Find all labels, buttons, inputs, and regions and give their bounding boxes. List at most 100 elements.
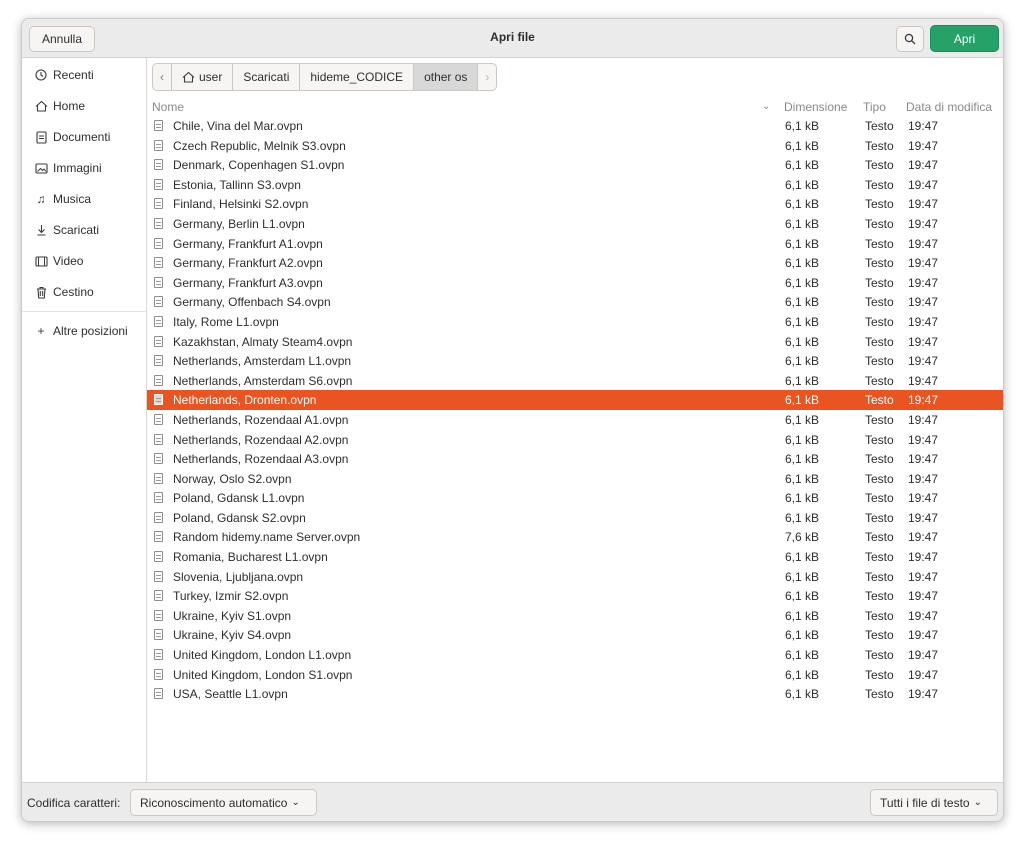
search-icon [904,33,916,45]
search-button[interactable] [896,26,924,52]
file-row[interactable]: Poland, Gdansk L1.ovpn 6,1 kB Testo 19:47 [147,488,1003,508]
path-forward-button[interactable]: › [478,64,496,90]
file-row[interactable]: Czech Republic, Melnik S3.ovpn 6,1 kB Test… [147,136,1003,156]
file-row[interactable]: Germany, Frankfurt A2.ovpn 6,1 kB Testo 19:… [147,253,1003,273]
breadcrumb-other-os[interactable]: other os [414,64,479,90]
chevron-right-icon: › [485,70,490,84]
file-modified: 19:47 [908,393,939,408]
home-icon [182,71,195,83]
path-bar: ‹ user Scaricati hideme_CODICE other os … [152,63,498,91]
column-header-size[interactable]: Dimensione [784,100,847,114]
file-modified: 19:47 [908,608,939,623]
sidebar-item-cestino[interactable]: Cestino [22,277,146,307]
file-row[interactable]: Netherlands, Amsterdam L1.ovpn 6,1 kB Test… [147,351,1003,371]
file-row[interactable]: Germany, Frankfurt A3.ovpn 6,1 kB Testo 19:… [147,273,1003,293]
file-name: Norway, Oslo S2.ovpn [173,471,292,486]
breadcrumb-user[interactable]: user [172,64,234,90]
sidebar-item-label: Home [53,99,86,113]
sidebar-item-recenti[interactable]: Recenti [22,60,146,90]
file-modified: 19:47 [908,314,939,329]
file-row[interactable]: Norway, Oslo S2.ovpn 6,1 kB Testo 19:47 [147,469,1003,489]
column-header-type[interactable]: Tipo [863,100,886,114]
file-row[interactable]: Romania, Bucharest L1.ovpn 6,1 kB Testo 19:… [147,547,1003,567]
file-row[interactable]: USA, Seattle L1.ovpn 6,1 kB Testo 19:47 [147,684,1003,704]
file-name: Italy, Rome L1.ovpn [173,314,279,329]
encoding-dropdown[interactable]: Riconoscimento automatico ⌄ [130,789,317,816]
path-back-button[interactable]: ‹ [153,64,172,90]
sidebar-item-video[interactable]: Video [22,246,146,276]
sidebar-item-label: Documenti [53,130,111,144]
sidebar-item-home[interactable]: Home [22,91,146,121]
file-row[interactable]: Netherlands, Rozendaal A1.ovpn 6,1 kB Test… [147,410,1003,430]
text-file-icon [154,433,163,445]
file-row[interactable]: Germany, Frankfurt A1.ovpn 6,1 kB Testo 19:… [147,234,1003,254]
file-row[interactable]: Estonia, Tallinn S3.ovpn 6,1 kB Testo 19:47 [147,175,1003,195]
file-row[interactable]: Turkey, Izmir S2.ovpn 6,1 kB Testo 19:47 [147,586,1003,606]
file-modified: 19:47 [908,256,939,271]
file-row[interactable]: Kazakhstan, Almaty Steam4.ovpn 6,1 kB Test… [147,332,1003,352]
file-row[interactable]: Poland, Gdansk S2.ovpn 6,1 kB Testo 19:47 [147,508,1003,528]
file-name: Poland, Gdansk L1.ovpn [173,491,305,506]
file-name: Kazakhstan, Almaty Steam4.ovpn [173,334,353,349]
file-modified: 19:47 [908,119,939,133]
file-row[interactable]: United Kingdom, London L1.ovpn 6,1 kB Test… [147,645,1003,665]
text-file-icon [154,178,163,190]
open-button-label: Apri [953,31,976,46]
trash-icon [33,284,49,300]
file-name: Netherlands, Amsterdam S6.ovpn [173,373,353,388]
breadcrumb-label: other os [424,70,468,84]
text-file-icon [154,453,163,465]
column-header-date[interactable]: Data di modifica [906,100,992,114]
file-type: Testo [865,354,894,369]
filter-value: Tutti i file di testo [880,795,970,810]
file-row[interactable]: Denmark, Copenhagen S1.ovpn 6,1 kB Testo 19… [147,155,1003,175]
text-file-icon [154,237,163,249]
breadcrumb-label: Scaricati [243,70,290,84]
file-row[interactable]: Random hidemy.name Server.ovpn 7,6 kB Test… [147,527,1003,547]
sidebar-item-label: Cestino [53,285,94,299]
sidebar-item-documenti[interactable]: Documenti [22,122,146,152]
file-type: Testo [865,177,894,192]
file-row[interactable]: United Kingdom, London S1.ovpn 6,1 kB Test… [147,665,1003,685]
file-name: Chile, Vina del Mar.ovpn [173,119,303,133]
file-type: Testo [865,452,894,467]
breadcrumb-hideme-codice[interactable]: hideme_CODICE [300,64,415,90]
file-row[interactable]: Italy, Rome L1.ovpn 6,1 kB Testo 19:47 [147,312,1003,332]
file-size: 6,1 kB [785,608,820,623]
breadcrumb-scaricati[interactable]: Scaricati [233,64,301,90]
file-type: Testo [865,589,894,604]
sidebar-item-musica[interactable]: ♫ Musica [22,184,146,214]
file-size: 6,1 kB [785,275,820,290]
breadcrumb-label: user [199,70,223,84]
file-modified: 19:47 [908,628,939,643]
sidebar-item-other-locations[interactable]: + Altre posizioni [22,316,146,346]
sort-chevron-down-icon[interactable]: ⌄ [762,101,770,112]
file-size: 6,1 kB [785,589,820,604]
file-row[interactable]: Germany, Berlin L1.ovpn 6,1 kB Testo 19:47 [147,214,1003,234]
file-row[interactable]: Ukraine, Kyiv S1.ovpn 6,1 kB Testo 19:47 [147,606,1003,626]
file-row[interactable]: Chile, Vina del Mar.ovpn 6,1 kB Testo 19:47 [147,116,1003,136]
home-icon [33,98,49,114]
file-name: Poland, Gdansk S2.ovpn [173,510,306,525]
file-size: 6,1 kB [785,667,820,682]
file-size: 6,1 kB [785,138,820,153]
file-row[interactable]: Slovenia, Ljubljana.ovpn 6,1 kB Testo 19:47 [147,567,1003,587]
file-row[interactable]: Netherlands, Rozendaal A3.ovpn 6,1 kB Test… [147,449,1003,469]
sidebar-item-immagini[interactable]: Immagini [22,153,146,183]
file-row[interactable]: Germany, Offenbach S4.ovpn 6,1 kB Testo 19:… [147,292,1003,312]
document-icon [33,129,49,145]
file-modified: 19:47 [908,177,939,192]
file-row[interactable]: Netherlands, Dronten.ovpn 6,1 kB Testo 19:4… [147,390,1003,410]
file-row[interactable]: Ukraine, Kyiv S4.ovpn 6,1 kB Testo 19:47 [147,625,1003,645]
text-file-icon [154,570,163,582]
sidebar-item-scaricati[interactable]: Scaricati [22,215,146,245]
column-header-name[interactable]: Nome [152,100,184,114]
file-size: 6,1 kB [785,471,820,486]
file-type: Testo [865,138,894,153]
breadcrumb-label: hideme_CODICE [310,70,404,84]
file-row[interactable]: Finland, Helsinki S2.ovpn 6,1 kB Testo 19:4… [147,194,1003,214]
file-row[interactable]: Netherlands, Amsterdam S6.ovpn 6,1 kB Test… [147,371,1003,391]
open-button[interactable]: Apri [930,25,999,52]
file-row[interactable]: Netherlands, Rozendaal A2.ovpn 6,1 kB Test… [147,430,1003,450]
file-filter-dropdown[interactable]: Tutti i file di testo ⌄ [870,789,998,816]
